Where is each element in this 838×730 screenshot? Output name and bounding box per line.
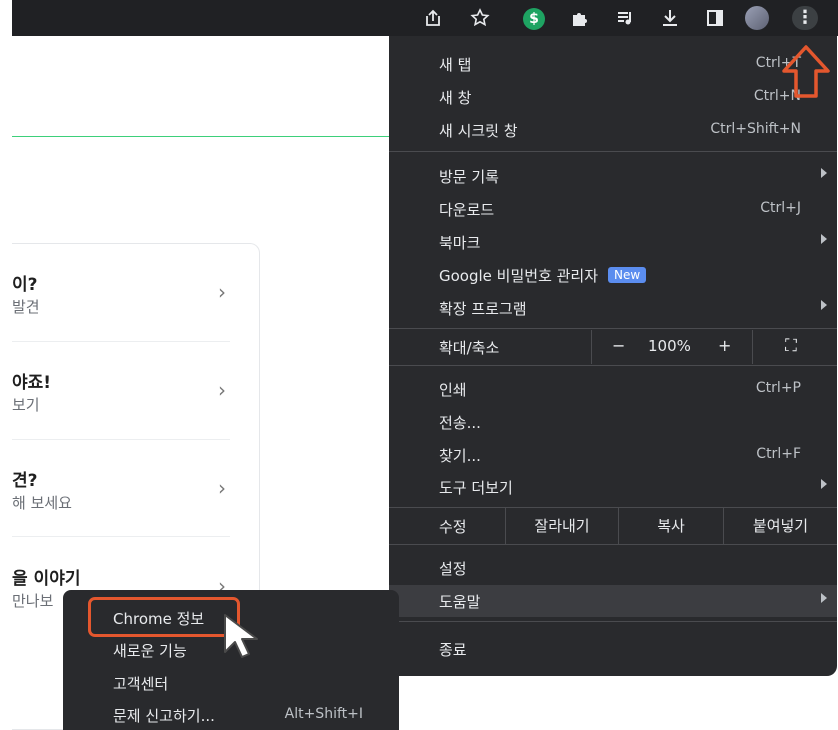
menu-item-password-manager[interactable]: Google 비밀번호 관리자 New bbox=[389, 259, 837, 291]
list-item-subtitle: 해 보세요 bbox=[12, 494, 72, 512]
submenu-arrow-icon bbox=[821, 168, 827, 178]
share-icon[interactable] bbox=[421, 6, 445, 30]
chevron-right-icon: › bbox=[218, 280, 226, 304]
zoom-label: 확대/축소 bbox=[439, 339, 500, 357]
mouse-cursor-icon bbox=[224, 614, 258, 658]
menu-item-help[interactable]: 도움말 bbox=[389, 585, 837, 617]
list-item-title: 이? bbox=[12, 275, 38, 295]
menu-item-incognito[interactable]: 새 시크릿 창 Ctrl+Shift+N bbox=[389, 114, 837, 146]
menu-item-cast[interactable]: 전송... bbox=[389, 406, 837, 438]
download-icon[interactable] bbox=[658, 6, 682, 30]
menu-item-label: 방문 기록 bbox=[439, 168, 499, 186]
menu-item-print[interactable]: 인쇄 Ctrl+P bbox=[389, 373, 837, 405]
menu-item-extensions[interactable]: 확장 프로그램 bbox=[389, 292, 837, 324]
menu-item-label: 전송... bbox=[439, 414, 481, 432]
media-queue-icon[interactable] bbox=[613, 6, 637, 30]
highlight-box bbox=[88, 597, 240, 637]
submenu-arrow-icon bbox=[821, 479, 827, 489]
submenu-item-label: 새로운 기능 bbox=[113, 642, 187, 660]
fullscreen-icon[interactable]: ⛶ bbox=[785, 336, 797, 356]
submenu-item-help-center[interactable]: 고객센터 bbox=[63, 667, 399, 699]
cut-button[interactable]: 잘라내기 bbox=[505, 508, 618, 544]
menu-item-label: Google 비밀번호 관리자 New bbox=[439, 265, 647, 286]
chevron-right-icon: › bbox=[218, 476, 226, 500]
fullscreen-cell: ⛶ bbox=[752, 330, 838, 364]
list-item[interactable]: 이? 발견 › bbox=[12, 244, 242, 340]
zoom-row: 확대/축소 − 100% + ⛶ bbox=[389, 330, 837, 364]
dollar-glyph: $ bbox=[523, 8, 545, 30]
menu-item-shortcut: Ctrl+F bbox=[756, 446, 801, 462]
star-icon[interactable] bbox=[468, 6, 492, 30]
menu-item-new-tab[interactable]: 새 탭 Ctrl+T bbox=[389, 48, 837, 80]
browser-toolbar: $ ⋮ bbox=[12, 0, 838, 36]
zoom-out-button[interactable]: − bbox=[612, 336, 625, 355]
menu-item-label: 새 창 bbox=[439, 89, 472, 107]
menu-item-label: 도구 더보기 bbox=[439, 479, 513, 497]
divider bbox=[389, 621, 837, 622]
list-item-subtitle: 발견 bbox=[12, 298, 40, 316]
submenu-item-label: 문제 신고하기... bbox=[113, 707, 215, 725]
menu-item-label: 찾기... bbox=[439, 447, 481, 465]
menu-item-shortcut: Ctrl+Shift+N bbox=[710, 121, 801, 137]
menu-item-shortcut: Ctrl+J bbox=[760, 200, 801, 216]
submenu-item-label: 고객센터 bbox=[113, 675, 169, 693]
menu-item-label: 도움말 bbox=[439, 593, 481, 611]
green-divider bbox=[12, 136, 392, 137]
chrome-main-menu: 새 탭 Ctrl+T 새 창 Ctrl+N 새 시크릿 창 Ctrl+Shift… bbox=[389, 36, 837, 676]
menu-item-settings[interactable]: 설정 bbox=[389, 552, 837, 584]
submenu-item-shortcut: Alt+Shift+I bbox=[284, 706, 363, 722]
menu-item-downloads[interactable]: 다운로드 Ctrl+J bbox=[389, 193, 837, 225]
divider bbox=[389, 328, 837, 329]
menu-item-label: 새 시크릿 창 bbox=[439, 122, 518, 140]
divider bbox=[389, 365, 837, 366]
zoom-value: 100% bbox=[648, 337, 691, 355]
up-arrow-annotation-icon bbox=[782, 45, 830, 98]
chevron-right-icon: › bbox=[218, 378, 226, 402]
list-item[interactable]: 야죠! 보기 › bbox=[12, 342, 242, 438]
menu-item-find[interactable]: 찾기... Ctrl+F bbox=[389, 439, 837, 471]
edit-label: 수정 bbox=[439, 518, 467, 536]
submenu-arrow-icon bbox=[821, 234, 827, 244]
new-badge: New bbox=[608, 267, 647, 283]
divider bbox=[389, 151, 837, 152]
menu-item-shortcut: Ctrl+P bbox=[755, 380, 801, 396]
submenu-item-report-issue[interactable]: 문제 신고하기... Alt+Shift+I bbox=[63, 699, 399, 730]
zoom-controls: − 100% + ⛶ bbox=[591, 330, 837, 364]
menu-item-history[interactable]: 방문 기록 bbox=[389, 160, 837, 192]
list-item-subtitle: 보기 bbox=[12, 396, 40, 414]
puzzle-icon[interactable] bbox=[568, 6, 592, 30]
menu-item-label: 확장 프로그램 bbox=[439, 300, 527, 318]
edit-row: 수정 잘라내기 복사 붙여넣기 bbox=[389, 508, 837, 544]
divider bbox=[389, 544, 837, 545]
more-icon[interactable]: ⋮ bbox=[792, 6, 818, 30]
paste-button[interactable]: 붙여넣기 bbox=[723, 508, 837, 544]
menu-item-label: 북마크 bbox=[439, 234, 481, 252]
menu-item-bookmarks[interactable]: 북마크 bbox=[389, 226, 837, 258]
password-manager-label: Google 비밀번호 관리자 bbox=[439, 267, 599, 285]
list-item[interactable]: 견? 해 보세요 › bbox=[12, 440, 242, 536]
menu-item-label: 새 탭 bbox=[439, 56, 472, 74]
zoom-in-button[interactable]: + bbox=[718, 336, 731, 355]
menu-item-more-tools[interactable]: 도구 더보기 bbox=[389, 471, 837, 503]
menu-item-new-window[interactable]: 새 창 Ctrl+N bbox=[389, 81, 837, 113]
menu-item-label: 종료 bbox=[439, 641, 467, 659]
menu-item-label: 인쇄 bbox=[439, 381, 467, 399]
list-item-title: 을 이야기 bbox=[12, 569, 81, 589]
submenu-arrow-icon bbox=[821, 300, 827, 310]
sidebar-icon[interactable] bbox=[703, 6, 727, 30]
list-item-subtitle: 만나보 bbox=[12, 592, 54, 610]
submenu-arrow-icon bbox=[821, 593, 827, 603]
list-item-title: 견? bbox=[12, 471, 38, 491]
menu-item-label: 다운로드 bbox=[439, 201, 495, 219]
menu-item-exit[interactable]: 종료 bbox=[389, 633, 837, 665]
avatar[interactable] bbox=[745, 6, 769, 30]
menu-item-label: 설정 bbox=[439, 560, 467, 578]
list-item-title: 야죠! bbox=[12, 373, 52, 393]
extension-dollar-icon[interactable]: $ bbox=[522, 6, 546, 30]
copy-button[interactable]: 복사 bbox=[618, 508, 723, 544]
divider bbox=[12, 536, 230, 537]
